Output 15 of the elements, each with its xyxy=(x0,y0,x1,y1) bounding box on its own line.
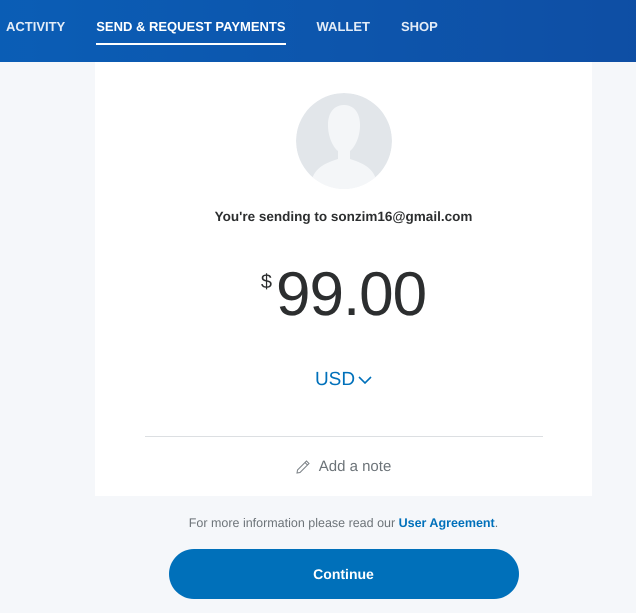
nav-tab[interactable]: SEND & REQUEST PAYMENTS xyxy=(96,18,286,45)
add-note-button[interactable]: Add a note xyxy=(296,459,392,474)
user-agreement-link[interactable]: User Agreement xyxy=(398,516,495,530)
recipient-text: You're sending to sonzim16@gmail.com xyxy=(214,208,472,226)
currency-dropdown[interactable]: USD xyxy=(314,370,372,389)
chevron-down-icon xyxy=(358,376,372,384)
nav-tab[interactable]: WALLET xyxy=(316,18,370,45)
nav-tab[interactable]: ACTIVITY xyxy=(6,18,66,45)
pencil-icon xyxy=(296,460,310,474)
currency-symbol: $ xyxy=(260,272,272,292)
continue-button[interactable]: Continue xyxy=(168,549,518,599)
nav-tab[interactable]: SHOP xyxy=(400,18,438,45)
amount-value: 99.00 xyxy=(276,264,426,326)
avatar-icon xyxy=(296,93,392,189)
agreement-notice: For more information please read our User Agreement. xyxy=(188,515,498,531)
